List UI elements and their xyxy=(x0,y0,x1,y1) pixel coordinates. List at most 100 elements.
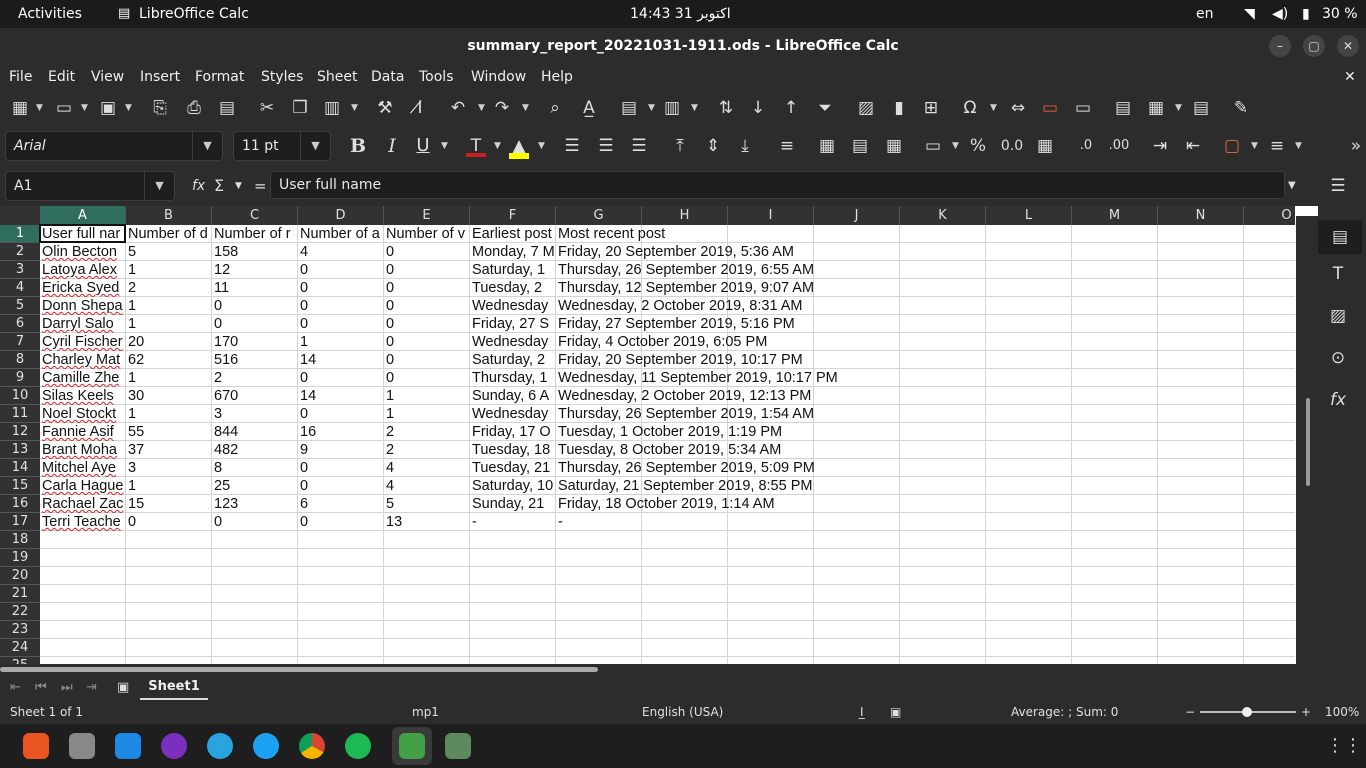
row-header-10[interactable]: 10 xyxy=(0,387,40,405)
cell-a12[interactable]: Fannie Asif xyxy=(40,423,125,441)
header-cell-e1[interactable]: Number of v xyxy=(384,225,469,243)
cell-b11[interactable]: 1 xyxy=(126,405,211,423)
cell-d5[interactable]: 0 xyxy=(298,297,383,315)
cell-g17[interactable]: - xyxy=(556,513,900,531)
cell-c16[interactable]: 123 xyxy=(212,495,297,513)
battery-percent[interactable]: 30 % xyxy=(1322,0,1358,28)
gallery-icon[interactable]: ▨ xyxy=(1318,306,1358,326)
cell-a10[interactable]: Silas Keels xyxy=(40,387,125,405)
cell-d2[interactable]: 4 xyxy=(298,243,383,261)
spotify-icon[interactable] xyxy=(345,733,371,759)
cell-a9[interactable]: Camille Zhe xyxy=(40,369,125,387)
export-pdf-icon[interactable]: ⎘ xyxy=(148,90,172,126)
cell-g5[interactable]: Wednesday, 2 October 2019, 8:31 AM xyxy=(556,297,900,315)
redo-icon[interactable]: ↷ xyxy=(490,90,514,126)
cell-c17[interactable]: 0 xyxy=(212,513,297,531)
chevron-down-icon[interactable]: ▼ xyxy=(522,90,529,126)
chevron-down-icon[interactable]: ▼ xyxy=(192,132,222,160)
cell-f17[interactable]: - xyxy=(470,513,555,531)
cell-f12[interactable]: Friday, 17 O xyxy=(470,423,555,441)
column-header-f[interactable]: F xyxy=(470,206,556,225)
cell-f6[interactable]: Friday, 27 S xyxy=(470,315,555,333)
header-cell-b1[interactable]: Number of d xyxy=(126,225,211,243)
properties-icon[interactable]: ▤ xyxy=(1318,220,1362,254)
selection-mode-icon[interactable]: I̲ xyxy=(860,700,864,724)
cell-d11[interactable]: 0 xyxy=(298,405,383,423)
files-icon[interactable] xyxy=(69,733,95,759)
add-decimal-icon[interactable]: .0 xyxy=(1074,128,1098,164)
menu-view[interactable]: View xyxy=(91,64,124,90)
menu-sheet[interactable]: Sheet xyxy=(317,64,357,90)
insert-chart-icon[interactable]: ▮ xyxy=(887,90,911,126)
chevron-down-icon[interactable]: ▼ xyxy=(494,128,501,164)
column-header-c[interactable]: C xyxy=(212,206,298,225)
document-modified-icon[interactable]: ▣ xyxy=(890,700,901,724)
chevron-down-icon[interactable]: ▼ xyxy=(952,128,959,164)
language[interactable]: English (USA) xyxy=(642,700,723,724)
trash-icon[interactable] xyxy=(445,733,471,759)
copy-icon[interactable]: ❐ xyxy=(288,90,312,126)
software-center-icon[interactable] xyxy=(23,733,49,759)
cell-f8[interactable]: Saturday, 2 xyxy=(470,351,555,369)
font-size-box[interactable]: 11 pt ▼ xyxy=(233,131,331,161)
unmerge-cells-icon[interactable]: ▦ xyxy=(882,128,906,164)
cell-a2[interactable]: Olin Becton xyxy=(40,243,125,261)
cell-e11[interactable]: 1 xyxy=(384,405,469,423)
cell-e10[interactable]: 1 xyxy=(384,387,469,405)
chevron-down-icon[interactable]: ▼ xyxy=(1251,128,1258,164)
header-cell-g1[interactable]: Most recent post xyxy=(556,225,900,243)
font-color-icon[interactable]: T xyxy=(464,128,488,164)
row-header-4[interactable]: 4 xyxy=(0,279,40,297)
zoom-slider[interactable] xyxy=(1200,707,1296,717)
cell-c4[interactable]: 11 xyxy=(212,279,297,297)
cell-f2[interactable]: Monday, 7 M xyxy=(470,243,555,261)
app-menu-label[interactable]: LibreOffice Calc xyxy=(139,0,249,28)
chevron-down-icon[interactable]: ▼ xyxy=(691,90,698,126)
column-header-o[interactable]: O xyxy=(1244,206,1295,225)
row-header-25[interactable]: 25 xyxy=(0,657,40,664)
cell-g3[interactable]: Thursday, 26 September 2019, 6:55 AM xyxy=(556,261,900,279)
freeze-rows-icon[interactable]: ▦ xyxy=(1144,90,1168,126)
cell-g9[interactable]: Wednesday, 11 September 2019, 10:17 PM xyxy=(556,369,900,387)
cell-b2[interactable]: 5 xyxy=(126,243,211,261)
cell-a15[interactable]: Carla Hague xyxy=(40,477,125,495)
chevron-down-icon[interactable]: ▼ xyxy=(235,166,242,206)
cell-d4[interactable]: 0 xyxy=(298,279,383,297)
column-icon[interactable]: ▥ xyxy=(660,90,684,126)
insert-image-icon[interactable]: ▨ xyxy=(854,90,878,126)
cell-g6[interactable]: Friday, 27 September 2019, 5:16 PM xyxy=(556,315,900,333)
cell-d12[interactable]: 16 xyxy=(298,423,383,441)
vscode-icon[interactable] xyxy=(115,733,141,759)
formula-icon[interactable]: = xyxy=(254,166,267,206)
telegram-icon[interactable] xyxy=(207,733,233,759)
date-format-icon[interactable]: ▦ xyxy=(1033,128,1057,164)
row-header-9[interactable]: 9 xyxy=(0,369,40,387)
expand-formula-icon[interactable]: ▼ xyxy=(1288,166,1296,206)
battery-icon[interactable]: ▮ xyxy=(1302,0,1310,28)
merge-cells-icon[interactable]: ▤ xyxy=(848,128,872,164)
cell-e4[interactable]: 0 xyxy=(384,279,469,297)
cell-b4[interactable]: 2 xyxy=(126,279,211,297)
cell-e6[interactable]: 0 xyxy=(384,315,469,333)
chevron-down-icon[interactable]: ▼ xyxy=(351,90,358,126)
clear-formatting-icon[interactable]: I̸ xyxy=(408,90,432,126)
column-header-h[interactable]: H xyxy=(642,206,728,225)
input-language[interactable]: en xyxy=(1196,0,1214,28)
bold-button[interactable]: B xyxy=(346,128,370,164)
menu-tools[interactable]: Tools xyxy=(419,64,454,90)
cell-d17[interactable]: 0 xyxy=(298,513,383,531)
column-header-i[interactable]: I xyxy=(728,206,814,225)
cell-g10[interactable]: Wednesday, 2 October 2019, 12:13 PM xyxy=(556,387,900,405)
select-all-corner[interactable] xyxy=(0,206,40,225)
row-header-5[interactable]: 5 xyxy=(0,297,40,315)
autofilter-icon[interactable]: ⏷ xyxy=(813,90,837,126)
align-bottom-icon[interactable]: ⤓ xyxy=(733,128,757,164)
header-cell-c1[interactable]: Number of r xyxy=(212,225,297,243)
cell-g8[interactable]: Friday, 20 September 2019, 10:17 PM xyxy=(556,351,900,369)
cell-d6[interactable]: 0 xyxy=(298,315,383,333)
cell-f11[interactable]: Wednesday xyxy=(470,405,555,423)
cell-g11[interactable]: Thursday, 26 September 2019, 1:54 AM xyxy=(556,405,900,423)
row-header-12[interactable]: 12 xyxy=(0,423,40,441)
wrap-text-icon[interactable]: ≡ xyxy=(775,128,799,164)
cell-a13[interactable]: Brant Moha xyxy=(40,441,125,459)
